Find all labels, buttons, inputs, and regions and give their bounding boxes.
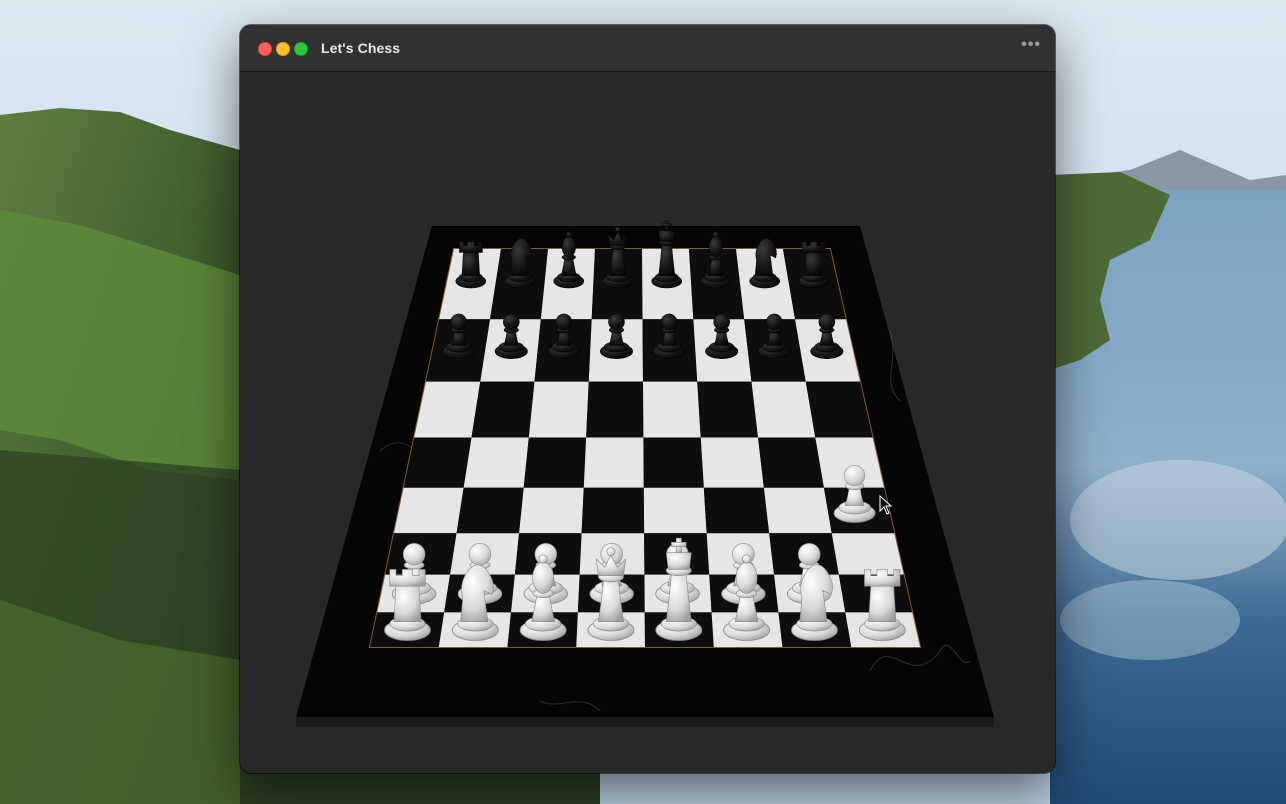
board-square[interactable]: [519, 487, 584, 534]
board-square[interactable]: [523, 437, 587, 488]
board-square[interactable]: [751, 381, 816, 438]
board-square[interactable]: [528, 381, 589, 438]
board-square[interactable]: [471, 381, 535, 438]
board-square[interactable]: [643, 381, 701, 438]
title-bar[interactable]: Let's Chess •••: [240, 25, 1055, 72]
board-square[interactable]: [703, 487, 770, 534]
board-square[interactable]: [763, 487, 832, 534]
board-square[interactable]: [831, 533, 904, 575]
chess-scene[interactable]: [240, 71, 1055, 773]
board-frame-side: [296, 717, 994, 727]
board-square[interactable]: [643, 487, 707, 534]
board-square[interactable]: [643, 437, 704, 488]
board-square[interactable]: [758, 437, 824, 488]
zoom-button[interactable]: [294, 42, 308, 56]
board-square[interactable]: [403, 437, 472, 488]
board-square[interactable]: [463, 437, 529, 488]
board-square[interactable]: [581, 487, 645, 534]
board-square[interactable]: [394, 487, 464, 534]
window-title: Let's Chess: [321, 40, 401, 56]
board-square[interactable]: [586, 381, 644, 438]
board-square[interactable]: [697, 381, 759, 438]
chess-board[interactable]: [370, 249, 920, 647]
board-square[interactable]: [583, 437, 644, 488]
close-button[interactable]: [258, 42, 272, 56]
board-square[interactable]: [456, 487, 524, 534]
board-square[interactable]: [700, 437, 764, 488]
minimize-button[interactable]: [276, 42, 290, 56]
more-options-icon[interactable]: •••: [1021, 37, 1041, 53]
app-window: Let's Chess •••: [240, 25, 1055, 773]
